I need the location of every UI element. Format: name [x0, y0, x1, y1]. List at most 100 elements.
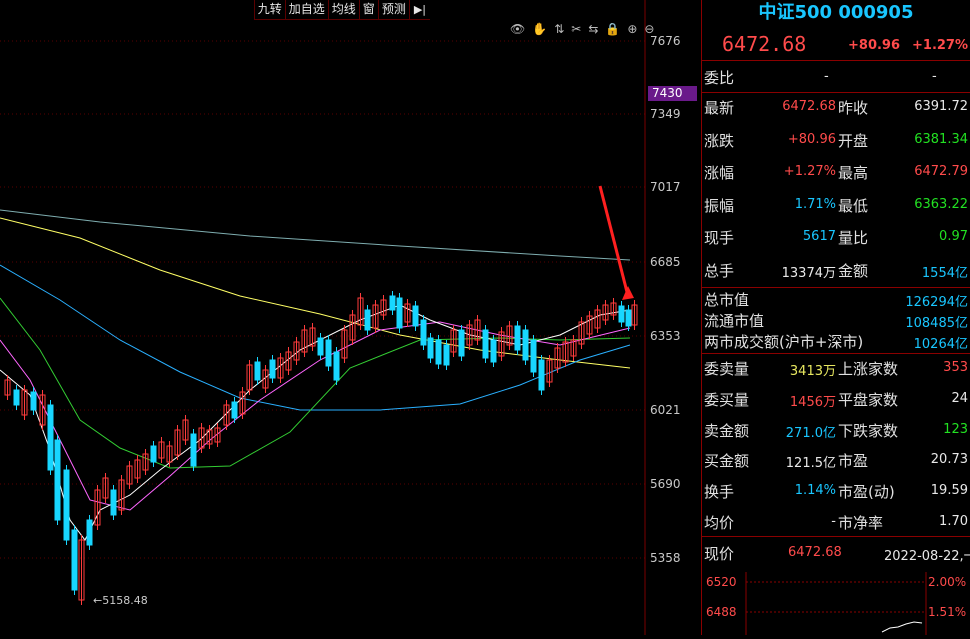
divider: [701, 60, 970, 61]
divider: [701, 287, 970, 288]
moving-average-line: [0, 209, 631, 261]
order-label: 委卖量: [704, 360, 750, 378]
candle-body: [514, 325, 521, 351]
order-value: 20.73: [930, 452, 968, 468]
quote-value: 1554亿: [921, 265, 968, 281]
quote-label: 振幅: [704, 196, 735, 215]
scale-icon[interactable]: ⇆: [588, 22, 598, 36]
divider: [701, 536, 970, 537]
y-axis-tick: 5358: [650, 551, 681, 565]
kline-chart-area[interactable]: 7676 7349 7017 6685 6353 6021 5690 5358 7430 ←5…: [0, 0, 700, 635]
weibi-value: -: [824, 69, 829, 84]
market-label: 流通市值: [704, 312, 765, 330]
y-axis-tick: 6685: [650, 255, 681, 269]
quote-value: 6472.68: [782, 99, 836, 114]
candle-body: [30, 391, 37, 411]
market-value: 108485亿: [905, 316, 968, 331]
y-axis-tick: 5690: [650, 477, 681, 491]
quote-label: 现手: [704, 229, 735, 247]
quote-value: +1.27%: [783, 164, 836, 179]
candle-body: [530, 339, 537, 373]
quote-label: 最低: [838, 196, 869, 215]
order-value: 19.59: [930, 483, 968, 499]
order-label: 均价: [704, 514, 735, 532]
quote-label: 昨收: [838, 99, 869, 117]
order-value: 353: [943, 360, 968, 375]
quote-value: +80.96: [787, 131, 836, 147]
quote-date: 2022-08-22,一: [884, 549, 970, 564]
order-value: 24: [951, 390, 968, 406]
order-value: 3413万: [789, 364, 836, 379]
candle-body: [190, 433, 197, 467]
crosshair-icon[interactable]: ⇅: [554, 22, 564, 36]
order-value: 271.0亿: [785, 425, 836, 441]
moving-average-button[interactable]: 均线: [327, 0, 359, 20]
candle-body: [482, 329, 489, 359]
hand-icon[interactable]: ✋: [532, 22, 547, 36]
now-price-value: 6472.68: [788, 545, 842, 560]
quote-label: 总手: [704, 261, 735, 280]
current-price: 6472.68: [722, 32, 807, 56]
candle-body: [325, 339, 332, 367]
order-value: 1.70: [939, 514, 968, 529]
jiuzhuan-button[interactable]: 九转: [253, 0, 285, 20]
order-label: 上涨家数: [838, 360, 899, 378]
order-label: 下跌家数: [838, 421, 899, 440]
candle-body: [47, 404, 54, 471]
security-title: 中证500 000905: [758, 2, 914, 23]
zoom-out-icon[interactable]: ⊖: [644, 22, 654, 36]
order-label: 委买量: [704, 390, 750, 409]
y-axis-tick: 6021: [650, 403, 681, 417]
forecast-button[interactable]: 预测: [377, 0, 409, 20]
candle-body: [490, 339, 497, 363]
mini-axis-right-0: 2.00%: [928, 575, 967, 589]
y-axis-tick: 6353: [650, 329, 681, 343]
candle-body: [333, 351, 340, 381]
mini-axis-left-0: 6520: [706, 575, 737, 589]
order-value: 123: [943, 421, 968, 437]
candle-body: [63, 469, 70, 541]
order-value: 1456万: [789, 394, 836, 410]
weibi-label: 委比: [704, 69, 735, 87]
eye-icon[interactable]: 👁: [510, 22, 525, 36]
chart-toolbar: 九转 加自选 均线 窗 预测 ▶|: [253, 0, 430, 20]
window-button[interactable]: 窗: [358, 0, 378, 20]
candle-body: [522, 329, 529, 361]
order-label: 平盘家数: [838, 390, 899, 409]
market-label: 总市值: [704, 291, 750, 309]
candle-body: [54, 439, 61, 521]
chart-mini-toolbar: 👁 ✋ ⇅ ✂ ⇆ 🔒 ⊕ ⊖: [510, 22, 654, 36]
candle-body: [427, 337, 434, 359]
mini-axis-right-1: 1.51%: [928, 605, 967, 619]
order-label: 换手: [704, 483, 735, 502]
quote-value: 13374万: [781, 265, 836, 281]
add-watchlist-button[interactable]: 加自选: [284, 0, 328, 20]
market-label: 两市成交额(沪市+深市): [704, 333, 864, 351]
candle-body: [86, 519, 93, 546]
quote-value: 6363.22: [914, 196, 968, 212]
candle-body: [389, 295, 396, 311]
kline-chart[interactable]: 7676 7349 7017 6685 6353 6021 5690 5358: [0, 0, 700, 635]
order-label: 买金额: [704, 452, 750, 471]
y-axis-tick: 7349: [650, 107, 681, 121]
lock-icon[interactable]: 🔒: [605, 22, 620, 36]
candle-body: [110, 489, 117, 516]
y-axis-tick: 7676: [650, 34, 681, 48]
order-value: -: [831, 514, 836, 529]
candle-body: [618, 305, 625, 323]
quote-label: 涨跌: [704, 131, 735, 150]
quote-value: 6381.34: [914, 131, 968, 147]
now-price-label: 现价: [704, 545, 735, 563]
scissors-icon[interactable]: ✂: [571, 22, 581, 36]
candle-body: [231, 401, 238, 419]
quote-value: 6391.72: [914, 99, 968, 114]
zoom-in-icon[interactable]: ⊕: [627, 22, 637, 36]
annotation-arrow-head: [622, 286, 634, 300]
quote-label: 涨幅: [704, 164, 735, 182]
collapse-panel-icon[interactable]: ▶|: [408, 0, 430, 20]
intraday-mini-chart[interactable]: 6520 6488 2.00% 1.51%: [702, 572, 970, 635]
candle-body: [13, 389, 20, 406]
highlight-price-label: 7430: [648, 86, 697, 101]
order-value: 1.14%: [794, 483, 836, 499]
mini-axis-left-1: 6488: [706, 605, 737, 619]
